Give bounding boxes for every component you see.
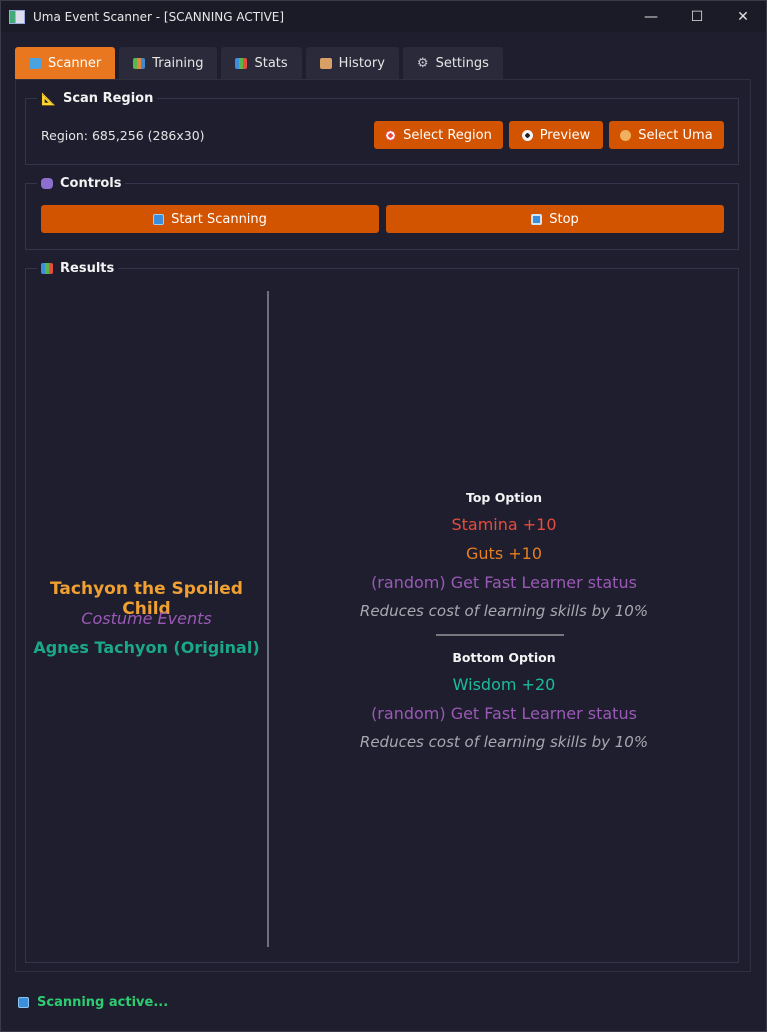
top-option-heading: Top Option bbox=[465, 490, 543, 505]
tab-label: Settings bbox=[435, 55, 489, 71]
target-icon bbox=[385, 129, 397, 141]
tab-bar: Scanner Training Stats History ⚙ Setting… bbox=[15, 47, 503, 79]
tab-training[interactable]: Training bbox=[119, 47, 218, 79]
preview-button[interactable]: Preview bbox=[509, 121, 603, 149]
scroll-icon bbox=[319, 57, 332, 69]
monitor-icon bbox=[29, 57, 41, 69]
status-text: Scanning active... bbox=[37, 995, 169, 1010]
top-option-note: Reduces cost of learning skills by 10% bbox=[359, 602, 649, 620]
bottom-option-note: Reduces cost of learning skills by 10% bbox=[359, 733, 649, 751]
eye-icon bbox=[521, 129, 533, 141]
close-button[interactable]: ✕ bbox=[720, 1, 766, 32]
top-option-effect: (random) Get Fast Learner status bbox=[371, 573, 637, 592]
stop-icon bbox=[531, 213, 543, 225]
scanner-tab-content: 📐 Scan Region Region: 685,256 (286x30) S… bbox=[15, 79, 751, 972]
controls-group: Controls Start Scanning Stop bbox=[25, 176, 739, 250]
tab-history[interactable]: History bbox=[305, 47, 399, 79]
select-region-button[interactable]: Select Region bbox=[374, 121, 503, 149]
region-readout: Region: 685,256 (286x30) bbox=[41, 128, 205, 143]
ruler-icon: 📐 bbox=[41, 91, 56, 106]
tab-label: Stats bbox=[254, 55, 288, 71]
results-group: Results Tachyon the Spoiled Child Costum… bbox=[25, 261, 739, 963]
maximize-button[interactable]: ☐ bbox=[674, 1, 720, 32]
results-title: Results bbox=[60, 261, 115, 276]
select-uma-label: Select Uma bbox=[638, 127, 713, 143]
bottom-option-heading: Bottom Option bbox=[452, 650, 556, 665]
preview-label: Preview bbox=[539, 127, 591, 143]
status-bar: Scanning active... bbox=[18, 995, 168, 1010]
tab-scanner[interactable]: Scanner bbox=[15, 47, 116, 79]
start-scanning-button[interactable]: Start Scanning bbox=[41, 205, 379, 233]
play-icon bbox=[153, 213, 165, 225]
select-region-label: Select Region bbox=[403, 127, 492, 143]
gamepad-icon bbox=[41, 178, 53, 189]
scan-region-group: 📐 Scan Region Region: 685,256 (286x30) S… bbox=[25, 91, 739, 165]
tab-label: Scanner bbox=[48, 55, 102, 71]
books-icon bbox=[133, 57, 146, 69]
option-separator bbox=[436, 634, 564, 636]
top-option-effect: Guts +10 bbox=[466, 544, 542, 563]
options-pane: Top Option Stamina +10 Guts +10 (random)… bbox=[269, 291, 739, 947]
event-info-pane: Tachyon the Spoiled Child Costume Events… bbox=[26, 291, 267, 947]
title-bar[interactable]: Uma Event Scanner - [SCANNING ACTIVE] — … bbox=[1, 1, 766, 32]
bar-chart-icon bbox=[41, 263, 53, 274]
tab-stats[interactable]: Stats bbox=[221, 47, 302, 79]
stop-button[interactable]: Stop bbox=[386, 205, 724, 233]
event-category: Costume Events bbox=[81, 609, 212, 628]
controls-title: Controls bbox=[60, 176, 122, 191]
stop-label: Stop bbox=[549, 211, 579, 227]
event-character: Agnes Tachyon (Original) bbox=[33, 638, 260, 657]
scan-region-title: Scan Region bbox=[62, 91, 154, 106]
app-window: Uma Event Scanner - [SCANNING ACTIVE] — … bbox=[0, 0, 767, 1032]
start-scanning-label: Start Scanning bbox=[171, 211, 267, 227]
gear-icon: ⚙ bbox=[416, 55, 429, 71]
horse-girl-icon bbox=[620, 129, 632, 141]
bottom-option-effect: Wisdom +20 bbox=[452, 675, 556, 694]
app-icon bbox=[9, 9, 25, 24]
minimize-button[interactable]: — bbox=[628, 1, 674, 32]
bar-chart-icon bbox=[235, 57, 248, 69]
select-uma-button[interactable]: Select Uma bbox=[609, 121, 724, 149]
close-icon: ✕ bbox=[737, 8, 749, 25]
tab-label: Training bbox=[152, 55, 204, 71]
maximize-icon: ☐ bbox=[690, 8, 704, 25]
tab-label: History bbox=[338, 55, 385, 71]
refresh-icon bbox=[18, 997, 29, 1008]
bottom-option-effect: (random) Get Fast Learner status bbox=[371, 704, 637, 723]
top-option-effect: Stamina +10 bbox=[451, 515, 557, 534]
window-title: Uma Event Scanner - [SCANNING ACTIVE] bbox=[33, 9, 285, 24]
tab-settings[interactable]: ⚙ Settings bbox=[402, 47, 503, 79]
minimize-icon: — bbox=[644, 8, 658, 25]
